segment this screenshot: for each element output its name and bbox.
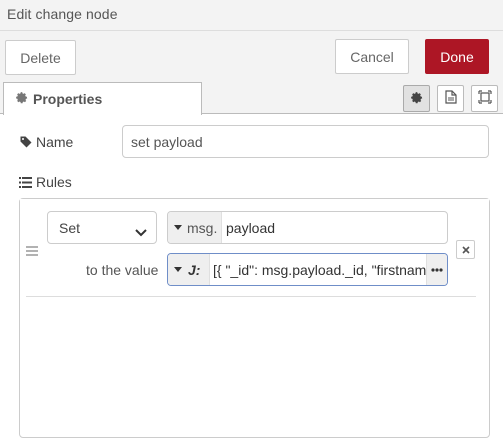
tag-icon [20, 136, 32, 148]
list-icon [19, 176, 32, 188]
tab-description-button[interactable] [437, 85, 464, 112]
rule-action-value: Set [59, 219, 81, 236]
ellipsis-icon [431, 267, 443, 272]
delete-button[interactable]: Delete [5, 40, 76, 75]
caret-down-icon [174, 267, 182, 272]
expand-editor-button[interactable] [426, 254, 447, 285]
tab-appearance-button[interactable] [471, 85, 498, 112]
jsonata-icon: J: [188, 261, 201, 278]
target-type-label: msg. [187, 219, 218, 236]
tab-properties[interactable]: Properties [3, 82, 202, 115]
tab-settings-button[interactable] [403, 85, 430, 112]
caret-down-icon [174, 225, 182, 230]
chevron-down-icon [135, 224, 147, 240]
rule-divider [26, 296, 476, 297]
name-label-group: Name [20, 132, 73, 152]
name-input[interactable]: set payload [122, 125, 489, 158]
rules-label: Rules [36, 174, 72, 190]
frame-icon [477, 90, 492, 107]
to-the-value-label: to the value [86, 262, 159, 278]
rules-label-group: Rules [19, 172, 72, 192]
tab-properties-label: Properties [33, 91, 103, 107]
editor-title: Edit change node [7, 6, 118, 22]
cancel-button[interactable]: Cancel [335, 39, 409, 74]
document-icon [444, 90, 457, 107]
rule-value-input[interactable]: J: [{ "_id": msg.payload._id, "firstname… [167, 253, 448, 286]
editor-titlebar: Edit change node [0, 0, 503, 31]
drag-handle-icon[interactable] [26, 243, 38, 259]
close-icon [461, 245, 470, 254]
rule-action-select[interactable]: Set [47, 211, 157, 244]
name-label: Name [36, 134, 74, 150]
rule-target-input[interactable]: msg. payload [167, 211, 448, 244]
gear-icon [410, 91, 423, 107]
gear-icon [15, 91, 28, 107]
remove-rule-button[interactable] [456, 240, 475, 259]
target-type-button[interactable]: msg. [168, 212, 222, 243]
done-button[interactable]: Done [425, 39, 489, 74]
target-value: payload [226, 219, 276, 236]
value-type-button[interactable]: J: [168, 254, 210, 285]
value-expression: [{ "_id": msg.payload._id, "firstname": … [213, 261, 426, 278]
